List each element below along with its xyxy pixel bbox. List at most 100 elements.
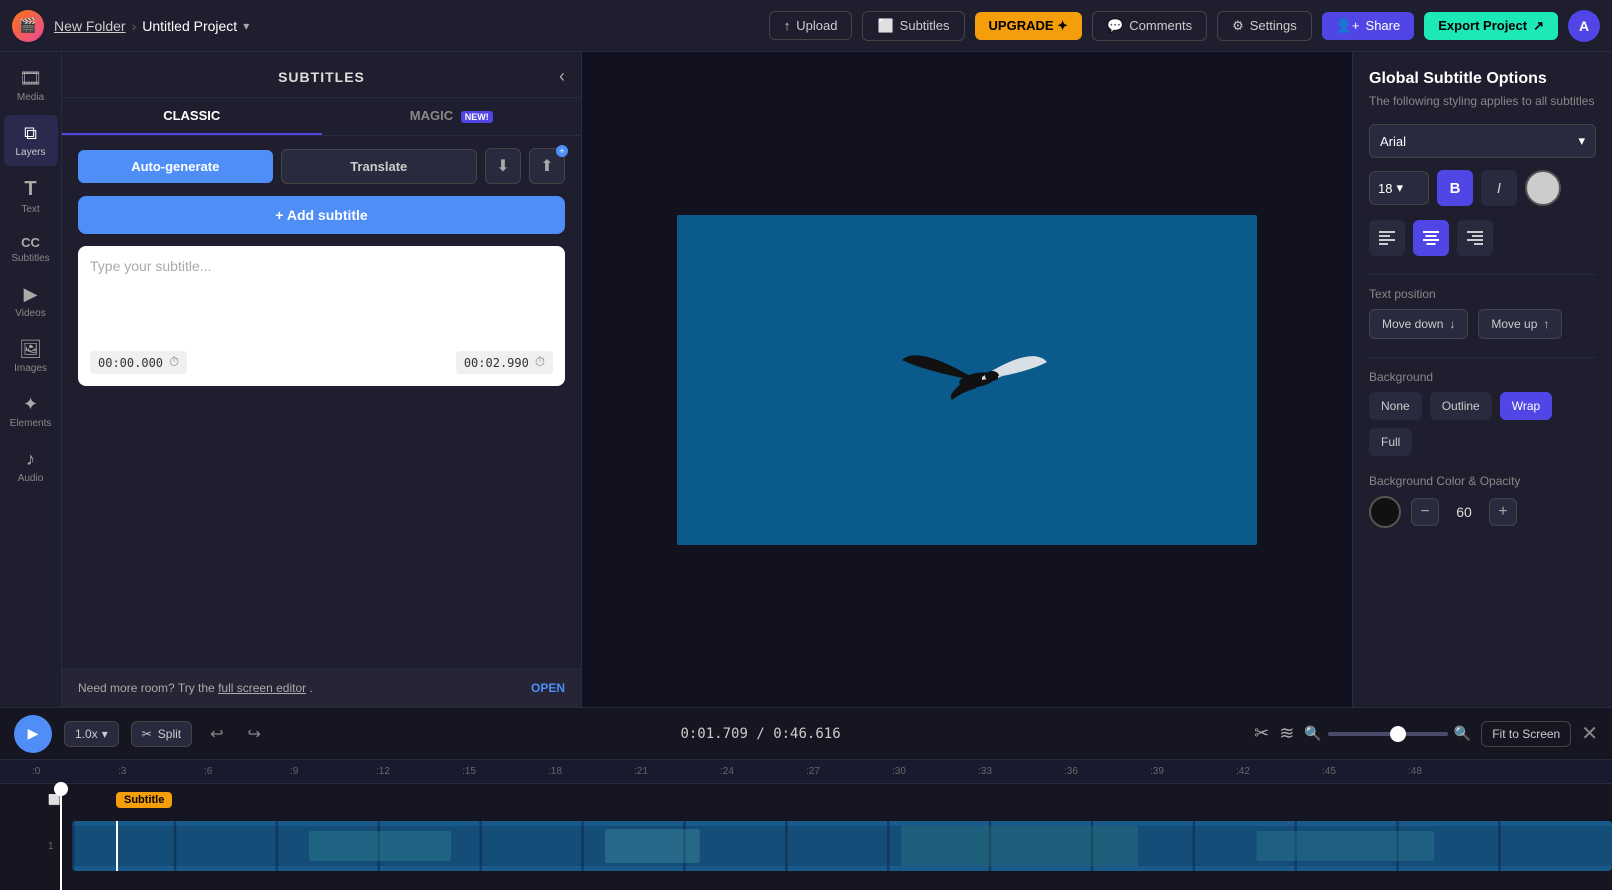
ruler-tick: :6 — [204, 760, 290, 783]
play-button[interactable]: ▶ — [14, 715, 52, 753]
subtitle-text-input[interactable] — [90, 258, 553, 338]
timecode-start-icon[interactable]: ⏱ — [169, 355, 179, 370]
video-track-row: 1 — [32, 816, 1612, 876]
zoom-slider[interactable] — [1328, 732, 1448, 736]
italic-button[interactable]: I — [1481, 170, 1517, 206]
tab-magic[interactable]: MAGIC NEW! — [322, 98, 582, 135]
move-down-button[interactable]: Move down ↓ — [1369, 309, 1468, 339]
subtitles-panel: SUBTITLES ‹ CLASSIC MAGIC NEW! Auto-gene… — [62, 52, 582, 707]
layers-icon: ⧉ — [24, 123, 37, 144]
bg-none-button[interactable]: None — [1369, 392, 1422, 420]
fit-to-screen-button[interactable]: Fit to Screen — [1481, 721, 1571, 747]
sidebar-item-audio[interactable]: ♪ Audio — [4, 441, 58, 492]
time-display: 0:01.709 / 0:46.616 — [279, 726, 1242, 742]
sidebar-item-images[interactable]: 🖼 Images — [4, 331, 58, 382]
breadcrumb: New Folder › Untitled Project ▾ — [54, 18, 249, 34]
align-center-button[interactable] — [1413, 220, 1449, 256]
subtitle-timeline-chip[interactable]: Subtitle — [116, 792, 172, 808]
sidebar-label-text: Text — [21, 204, 39, 215]
comments-icon: 💬 — [1107, 18, 1123, 34]
project-dropdown-chevron[interactable]: ▾ — [243, 19, 249, 33]
panel-actions: Auto-generate Translate ⬇ ⬆ + — [62, 136, 581, 196]
redo-button[interactable]: ↪ — [242, 720, 267, 748]
plus-badge: + — [556, 145, 568, 157]
avatar[interactable]: A — [1568, 10, 1600, 42]
align-row — [1369, 220, 1596, 256]
scissors-icon[interactable]: ✂ — [1254, 723, 1269, 744]
sidebar-label-images: Images — [14, 363, 47, 374]
export-subtitle-button[interactable]: ⬆ + — [529, 148, 565, 184]
translate-button[interactable]: Translate — [281, 149, 478, 184]
upgrade-button[interactable]: UPGRADE ✦ — [975, 12, 1083, 40]
zoom-bar: 🔍 🔍 — [1304, 725, 1471, 742]
full-screen-editor-link[interactable]: full screen editor — [218, 681, 306, 695]
open-fullscreen-button[interactable]: OPEN — [531, 681, 565, 695]
close-timeline-button[interactable]: ✕ — [1581, 721, 1598, 746]
text-color-button[interactable] — [1525, 170, 1561, 206]
magic-new-badge: NEW! — [461, 111, 493, 123]
video-track[interactable] — [72, 821, 1612, 871]
sidebar-item-text[interactable]: T Text — [4, 170, 58, 223]
sidebar-item-elements[interactable]: ✦ Elements — [4, 386, 58, 437]
autogenerate-button[interactable]: Auto-generate — [78, 150, 273, 183]
bg-outline-button[interactable]: Outline — [1430, 392, 1492, 420]
timeline-area: :0:3:6:9:12:15:18:21:24:27:30:33:36:39:4… — [0, 760, 1612, 890]
bold-button[interactable]: B — [1437, 170, 1473, 206]
settings-icon: ⚙ — [1232, 18, 1244, 34]
panel-close-button[interactable]: ‹ — [559, 66, 565, 87]
folder-link[interactable]: New Folder — [54, 18, 126, 34]
ruler-tick: :21 — [634, 760, 720, 783]
font-size-selector[interactable]: 18 ▾ — [1369, 171, 1429, 205]
comments-button[interactable]: 💬 Comments — [1092, 11, 1207, 41]
opacity-decrease-button[interactable]: − — [1411, 498, 1439, 526]
opacity-value: 60 — [1449, 504, 1479, 520]
move-up-button[interactable]: Move up ↑ — [1478, 309, 1562, 339]
elements-icon: ✦ — [23, 394, 38, 415]
zoom-in-icon[interactable]: 🔍 — [1454, 725, 1471, 742]
upload-button[interactable]: ↑ Upload — [769, 11, 853, 40]
bottom-area: ▶ 1.0x ▾ ✂ Split ↩ ↪ 0:01.709 / 0:46.616… — [0, 707, 1612, 890]
bg-color-picker[interactable] — [1369, 496, 1401, 528]
ruler-tick: :30 — [892, 760, 978, 783]
opacity-increase-button[interactable]: + — [1489, 498, 1517, 526]
zoom-out-icon[interactable]: 🔍 — [1304, 725, 1321, 742]
video-content — [677, 215, 1257, 545]
share-button[interactable]: 👤+ Share — [1322, 12, 1414, 40]
ruler-tick: :36 — [1064, 760, 1150, 783]
cc-track-icon: ⬜ — [48, 795, 64, 806]
background-section: Background None Outline Wrap Full — [1369, 370, 1596, 456]
export-button[interactable]: Export Project ↗ — [1424, 12, 1558, 40]
sidebar-item-subtitles[interactable]: CC Subtitles — [4, 227, 58, 272]
align-left-button[interactable] — [1369, 220, 1405, 256]
import-subtitle-button[interactable]: ⬇ — [485, 148, 521, 184]
waveform-icon[interactable]: ≋ — [1279, 723, 1294, 744]
sidebar-item-videos[interactable]: ▶ Videos — [4, 276, 58, 327]
settings-button[interactable]: ⚙ Settings — [1217, 11, 1312, 41]
timecode-end-icon[interactable]: ⏱ — [535, 355, 545, 370]
panel-footer: Need more room? Try the full screen edit… — [62, 668, 581, 707]
font-selector[interactable]: Arial ▾ — [1369, 124, 1596, 158]
subtitles-nav-button[interactable]: ⬜ Subtitles — [862, 11, 964, 41]
bg-wrap-button[interactable]: Wrap — [1500, 392, 1552, 420]
align-right-button[interactable] — [1457, 220, 1493, 256]
sidebar-item-layers[interactable]: ⧉ Layers — [4, 115, 58, 166]
ruler-tick: :9 — [290, 760, 376, 783]
bg-full-button[interactable]: Full — [1369, 428, 1412, 456]
speed-selector[interactable]: 1.0x ▾ — [64, 721, 119, 747]
ruler-tick: :3 — [118, 760, 204, 783]
images-icon: 🖼 — [19, 339, 42, 360]
ruler-tick: :48 — [1408, 760, 1494, 783]
videos-icon: ▶ — [24, 284, 38, 305]
divider-2 — [1369, 357, 1596, 358]
add-subtitle-button[interactable]: + Add subtitle — [78, 196, 565, 234]
font-row: Arial ▾ — [1369, 124, 1596, 158]
sidebar-item-media[interactable]: 🎞 Media — [4, 60, 58, 111]
top-navigation: 🎬 New Folder › Untitled Project ▾ ↑ Uplo… — [0, 0, 1612, 52]
tab-classic[interactable]: CLASSIC — [62, 98, 322, 135]
undo-button[interactable]: ↩ — [204, 720, 229, 748]
font-dropdown-chevron: ▾ — [1578, 133, 1585, 149]
media-icon: 🎞 — [19, 68, 42, 89]
move-up-icon: ↑ — [1543, 317, 1549, 331]
main-area: 🎞 Media ⧉ Layers T Text CC Subtitles ▶ V… — [0, 52, 1612, 707]
split-button[interactable]: ✂ Split — [131, 721, 192, 747]
